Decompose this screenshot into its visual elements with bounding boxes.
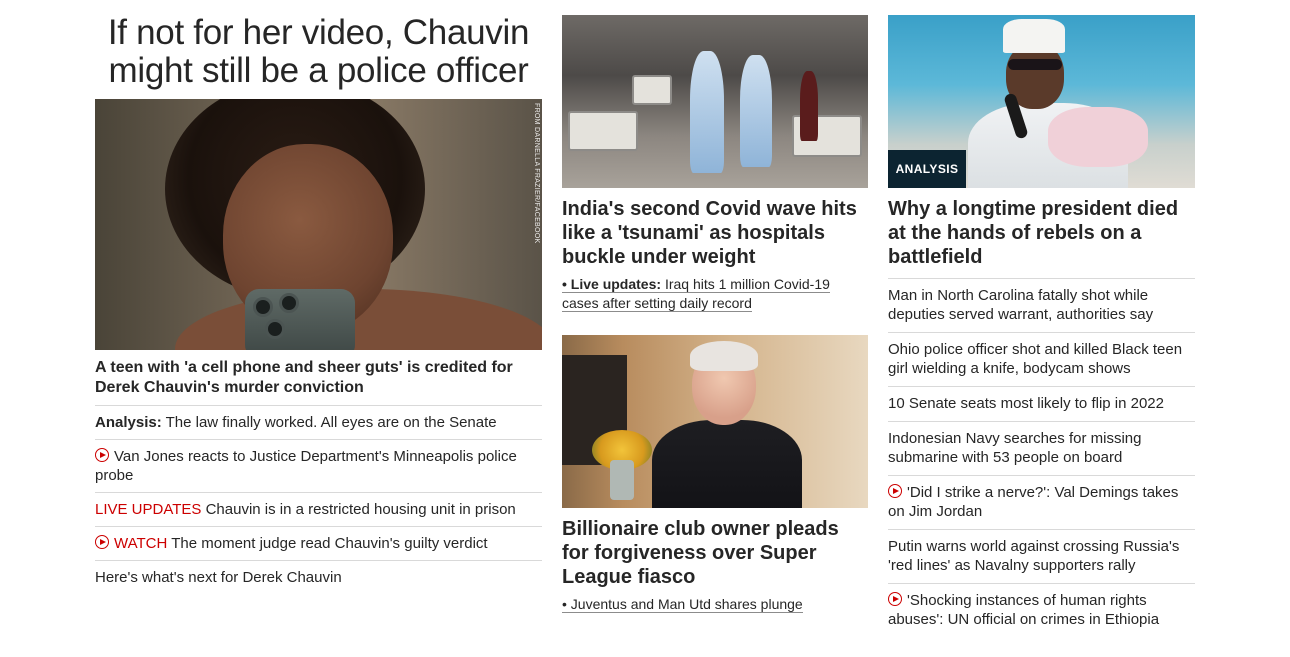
- link-text[interactable]: 'Did I strike a nerve?': Val Demings tak…: [888, 484, 1178, 520]
- image-glasses-shape: [1008, 59, 1062, 70]
- link-text[interactable]: Van Jones reacts to Justice Department's…: [95, 448, 517, 484]
- link-text[interactable]: Ohio police officer shot and killed Blac…: [888, 341, 1182, 377]
- middle-column: India's second Covid wave hits like a 't…: [562, 0, 868, 614]
- list-item[interactable]: Van Jones reacts to Justice Department's…: [95, 440, 542, 493]
- image-hair-shape: [690, 341, 758, 371]
- list-item[interactable]: Man in North Carolina fatally shot while…: [888, 279, 1195, 333]
- list-item[interactable]: Here's what's next for Derek Chauvin: [95, 561, 542, 594]
- analysis-badge: ANALYSIS: [888, 150, 966, 188]
- list-item[interactable]: Analysis: The law finally worked. All ey…: [95, 406, 542, 440]
- list-item[interactable]: Indonesian Navy searches for missing sub…: [888, 422, 1195, 476]
- play-icon: [888, 592, 902, 606]
- list-item[interactable]: 10 Senate seats most likely to flip in 2…: [888, 387, 1195, 422]
- link-text[interactable]: 'Shocking instances of human rights abus…: [888, 592, 1159, 628]
- list-item[interactable]: LIVE UPDATES Chauvin is in a restricted …: [95, 493, 542, 527]
- link-prefix: • Live updates:: [562, 276, 662, 292]
- lead-story-image[interactable]: FROM DARNELLA FRAZIER/FACEBOOK: [95, 99, 542, 350]
- right-column: ANALYSIS Why a longtime president died a…: [888, 0, 1195, 637]
- list-item[interactable]: WATCH The moment judge read Chauvin's gu…: [95, 527, 542, 561]
- link-text[interactable]: Man in North Carolina fatally shot while…: [888, 287, 1153, 323]
- link-text[interactable]: The moment judge read Chauvin's guilty v…: [171, 535, 487, 552]
- watch-label: WATCH: [114, 535, 168, 552]
- link-text[interactable]: Chauvin is in a restricted housing unit …: [206, 501, 516, 518]
- image-phone-shape: [245, 289, 355, 350]
- image-credit: FROM DARNELLA FRAZIER/FACEBOOK: [533, 103, 540, 244]
- lead-story-column: If not for her video, Chauvin might stil…: [95, 0, 542, 594]
- image-ppe-worker-shape: [740, 55, 772, 167]
- image-hat-shape: [1003, 19, 1065, 53]
- link-text[interactable]: Here's what's next for Derek Chauvin: [95, 569, 342, 586]
- image-bed-shape: [568, 111, 638, 151]
- list-item[interactable]: Putin warns world against crossing Russi…: [888, 530, 1195, 584]
- india-subheadline[interactable]: • Live updates: Iraq hits 1 million Covi…: [562, 275, 868, 313]
- image-scarf-shape: [1048, 107, 1148, 167]
- list-item[interactable]: 'Shocking instances of human rights abus…: [888, 584, 1195, 637]
- phone-camera-icon: [253, 297, 273, 317]
- link-text[interactable]: The law finally worked. All eyes are on …: [166, 414, 497, 431]
- image-vase-shape: [610, 460, 634, 500]
- phone-camera-icon: [279, 293, 299, 313]
- image-bed-shape: [632, 75, 672, 105]
- india-story-image[interactable]: [562, 15, 868, 188]
- image-person-shape: [800, 71, 818, 141]
- link-text[interactable]: Indonesian Navy searches for missing sub…: [888, 430, 1141, 466]
- india-headline[interactable]: India's second Covid wave hits like a 't…: [562, 197, 868, 269]
- club-owner-image[interactable]: [562, 335, 868, 508]
- link-prefix: Analysis:: [95, 414, 162, 431]
- play-icon: [888, 484, 902, 498]
- play-icon: [95, 535, 109, 549]
- list-item[interactable]: Ohio police officer shot and killed Blac…: [888, 333, 1195, 387]
- club-headline[interactable]: Billionaire club owner pleads for forgiv…: [562, 517, 868, 589]
- list-item[interactable]: 'Did I strike a nerve?': Val Demings tak…: [888, 476, 1195, 530]
- phone-camera-icon: [265, 319, 285, 339]
- right-related-links: Man in North Carolina fatally shot while…: [888, 279, 1195, 637]
- chad-headline[interactable]: Why a longtime president died at the han…: [888, 197, 1195, 279]
- live-updates-link[interactable]: • Live updates: Iraq hits 1 million Covi…: [562, 276, 830, 312]
- live-updates-label: LIVE UPDATES: [95, 501, 202, 518]
- link-text[interactable]: Putin warns world against crossing Russi…: [888, 538, 1179, 574]
- club-subheadline[interactable]: • Juventus and Man Utd shares plunge: [562, 595, 868, 614]
- image-body-shape: [652, 420, 802, 508]
- image-ppe-worker-shape: [690, 51, 724, 173]
- chad-president-image[interactable]: ANALYSIS: [888, 15, 1195, 188]
- link-text[interactable]: 10 Senate seats most likely to flip in 2…: [888, 395, 1164, 412]
- lead-related-links: Analysis: The law finally worked. All ey…: [95, 406, 542, 594]
- lead-caption[interactable]: A teen with 'a cell phone and sheer guts…: [95, 358, 542, 406]
- play-icon: [95, 448, 109, 462]
- shares-link[interactable]: • Juventus and Man Utd shares plunge: [562, 596, 803, 613]
- lead-headline[interactable]: If not for her video, Chauvin might stil…: [95, 14, 542, 90]
